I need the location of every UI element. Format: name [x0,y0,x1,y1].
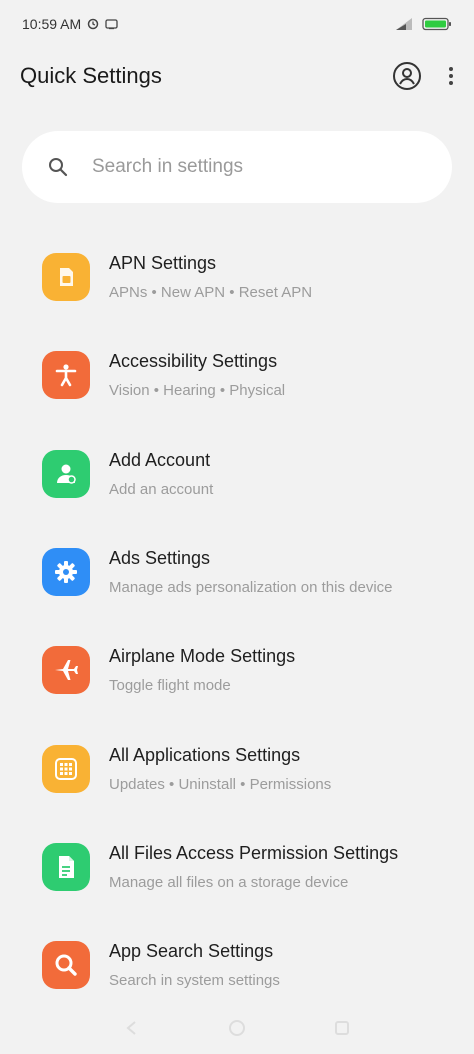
list-item-text: App Search Settings Search in system set… [109,941,280,989]
list-item-text: Airplane Mode Settings Toggle flight mod… [109,646,295,694]
add-person-icon [42,449,90,498]
list-item-ads-settings[interactable]: Ads Settings Manage ads personalization … [0,523,474,621]
sim-card-icon [42,253,90,302]
list-item-subtitle: Add an account [109,480,214,498]
alarm-icon [87,18,99,30]
battery-icon [422,17,452,31]
list-item-title: App Search Settings [109,941,274,962]
list-item-text: APN Settings APNs • New APN • Reset APN [109,253,312,301]
settings-list: APN Settings APNs • New APN • Reset APN … [0,228,474,1014]
status-left: 10:59 AM [22,16,118,32]
list-item-text: Add Account Add an account [109,450,213,498]
back-icon[interactable] [124,1020,140,1036]
accessibility-icon [42,351,90,400]
account-icon[interactable] [392,61,422,91]
cast-icon [105,18,118,30]
list-item-add-account[interactable]: Add Account Add an account [0,425,474,523]
search-input[interactable] [92,156,412,178]
list-item-text: All Files Access Permission Settings Man… [109,843,398,891]
list-item-text: Ads Settings Manage ads personalization … [109,548,393,596]
list-item-subtitle: Search in system settings [109,972,280,990]
list-item-subtitle: Manage ads personalization on this devic… [109,579,393,597]
list-item-subtitle: Toggle flight mode [109,677,231,695]
airplane-icon [42,646,90,695]
recents-icon[interactable] [334,1020,350,1036]
list-item-app-search-settings[interactable]: App Search Settings Search in system set… [0,916,474,1014]
search-icon [48,157,68,177]
list-item-title: APN Settings [109,253,217,274]
list-item-text: All Applications Settings Updates • Unin… [109,745,331,793]
navigation-bar [0,1002,474,1054]
status-right [394,17,452,31]
list-item-title: All Applications Settings [109,744,301,765]
more-options-icon[interactable] [448,65,454,87]
list-item-title: All Files Access Permission Settings [109,842,399,863]
list-item-title: Ads Settings [109,548,211,569]
search-bar[interactable] [22,131,452,203]
search-icon [42,941,90,990]
list-item-text: Accessibility Settings Vision • Hearing … [109,351,285,399]
list-item-subtitle: Manage all files on a storage device [109,873,349,891]
list-item-all-applications-settings[interactable]: All Applications Settings Updates • Unin… [0,719,474,817]
list-item-subtitle: Updates • Uninstall • Permissions [109,775,332,793]
page-title: Quick Settings [20,63,162,88]
status-time: 10:59 AM [22,16,82,32]
list-item-title: Add Account [109,449,211,470]
list-item-accessibility-settings[interactable]: Accessibility Settings Vision • Hearing … [0,326,474,424]
header-actions [392,61,454,91]
list-item-title: Accessibility Settings [109,351,278,372]
apps-grid-icon [42,744,90,793]
list-item-airplane-mode-settings[interactable]: Airplane Mode Settings Toggle flight mod… [0,621,474,719]
home-icon[interactable] [228,1019,246,1037]
signal-icon [394,17,414,31]
list-item-apn-settings[interactable]: APN Settings APNs • New APN • Reset APN [0,228,474,326]
file-icon [42,842,90,891]
list-item-all-files-access-permission-settings[interactable]: All Files Access Permission Settings Man… [0,818,474,916]
header: Quick Settings [0,52,474,100]
list-item-subtitle: Vision • Hearing • Physical [109,382,286,400]
list-item-title: Airplane Mode Settings [109,646,296,667]
list-item-subtitle: APNs • New APN • Reset APN [109,284,313,302]
status-bar: 10:59 AM [0,0,474,48]
gear-icon [42,548,90,597]
